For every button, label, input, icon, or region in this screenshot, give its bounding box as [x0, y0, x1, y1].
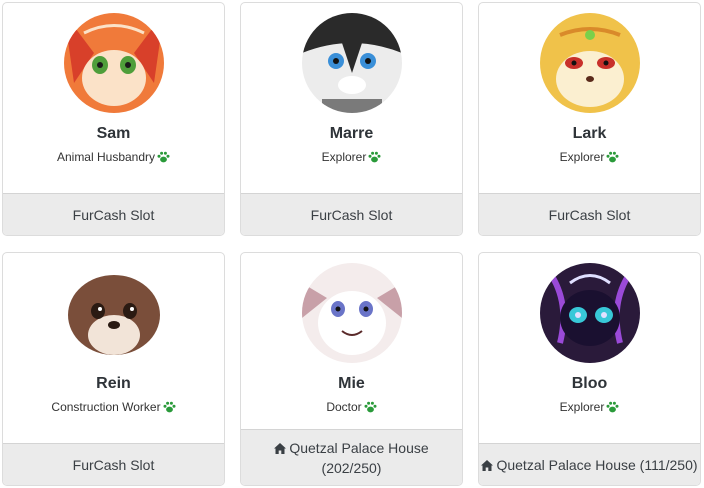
- furcash-slot-footer[interactable]: FurCash Slot: [479, 193, 700, 235]
- character-avatar[interactable]: [302, 13, 402, 113]
- character-job: Doctor: [241, 400, 462, 414]
- character-job-label: Doctor: [326, 400, 362, 414]
- character-card-mie[interactable]: Mie Doctor Quetzal Palace House (202/250…: [240, 252, 463, 486]
- character-card-bloo[interactable]: Bloo Explorer Quetzal Palace House (111/…: [478, 252, 701, 486]
- character-job: Animal Husbandry: [3, 150, 224, 164]
- character-job-label: Explorer: [559, 150, 605, 164]
- house-footer[interactable]: Quetzal Palace House (202/250): [241, 429, 462, 485]
- character-job-label: Construction Worker: [51, 400, 161, 414]
- character-avatar[interactable]: [540, 263, 640, 363]
- character-card-rein[interactable]: Rein Construction Worker FurCash Slot: [2, 252, 225, 486]
- character-job-label: Explorer: [559, 400, 605, 414]
- house-link[interactable]: Quetzal Palace House: [289, 440, 428, 456]
- character-avatar[interactable]: [64, 263, 164, 363]
- character-avatar[interactable]: [302, 263, 402, 363]
- character-name: Marre: [329, 125, 374, 142]
- character-name: Sam: [96, 125, 131, 142]
- character-avatar[interactable]: [540, 13, 640, 113]
- furcash-slot-footer[interactable]: FurCash Slot: [241, 193, 462, 235]
- character-name: Bloo: [571, 375, 608, 392]
- character-card-sam[interactable]: Sam Animal Husbandry FurCash Slot: [2, 2, 225, 236]
- character-job: Explorer: [479, 400, 700, 414]
- character-name: Lark: [572, 125, 607, 142]
- character-job: Construction Worker: [3, 400, 224, 414]
- character-avatar[interactable]: [64, 13, 164, 113]
- character-job: Explorer: [479, 150, 700, 164]
- home-icon: [274, 442, 287, 454]
- house-footer[interactable]: Quetzal Palace House (111/250): [479, 443, 700, 485]
- paw-icon: [364, 401, 377, 413]
- furcash-slot-footer[interactable]: FurCash Slot: [3, 193, 224, 235]
- furcash-slot-footer[interactable]: FurCash Slot: [3, 443, 224, 485]
- paw-icon: [606, 401, 619, 413]
- paw-icon: [368, 151, 381, 163]
- character-name: Rein: [96, 375, 131, 392]
- paw-icon: [157, 151, 170, 163]
- character-job-label: Explorer: [321, 150, 367, 164]
- character-card-marre[interactable]: Marre Explorer FurCash Slot: [240, 2, 463, 236]
- paw-icon: [163, 401, 176, 413]
- character-name: Mie: [338, 375, 365, 392]
- house-occupancy: (202/250): [321, 459, 382, 476]
- footer-label: FurCash Slot: [310, 206, 393, 223]
- footer-label: FurCash Slot: [72, 456, 155, 473]
- footer-label: FurCash Slot: [72, 206, 155, 223]
- house-link[interactable]: Quetzal Palace House (111/250): [496, 457, 697, 473]
- paw-icon: [606, 151, 619, 163]
- character-job: Explorer: [241, 150, 462, 164]
- character-grid: Sam Animal Husbandry FurCash Slot Marre …: [0, 0, 704, 488]
- character-card-lark[interactable]: Lark Explorer FurCash Slot: [478, 2, 701, 236]
- home-icon: [481, 459, 494, 471]
- footer-label: FurCash Slot: [548, 206, 631, 223]
- character-job-label: Animal Husbandry: [56, 150, 156, 164]
